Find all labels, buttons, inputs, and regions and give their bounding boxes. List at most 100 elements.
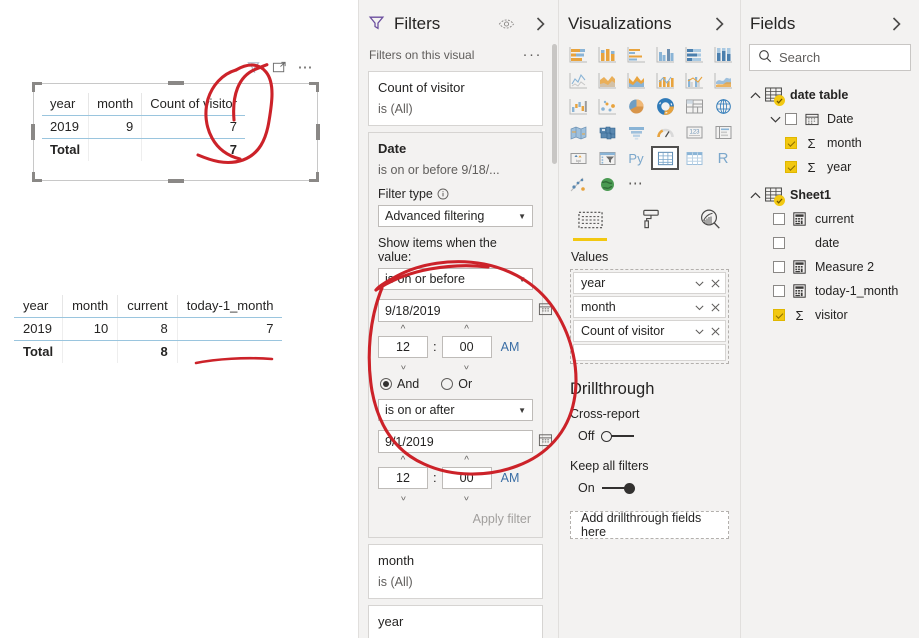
viz-icon-multi-row-card[interactable] bbox=[709, 120, 737, 144]
chevron-up-icon[interactable]: ^ bbox=[464, 324, 469, 336]
well-item-year[interactable]: year bbox=[573, 272, 726, 294]
remove-field-icon[interactable] bbox=[710, 278, 721, 289]
field-checkbox[interactable] bbox=[785, 113, 797, 125]
viz-icon-matrix[interactable] bbox=[680, 146, 708, 170]
viz-icon-waterfall-chart[interactable] bbox=[564, 94, 592, 118]
eye-icon[interactable] bbox=[498, 17, 515, 31]
filter-card-year[interactable]: year bbox=[368, 605, 543, 638]
more-options-icon[interactable]: ⋯ bbox=[298, 60, 315, 75]
radio-and[interactable]: And bbox=[380, 377, 419, 391]
resize-handle-right[interactable] bbox=[316, 124, 320, 140]
expand-chevron-icon[interactable] bbox=[534, 16, 547, 32]
viz-icon-stacked-bar-chart[interactable] bbox=[564, 42, 592, 66]
cross-report-toggle[interactable] bbox=[601, 430, 635, 443]
minute-2-value[interactable]: 00 bbox=[441, 467, 492, 489]
viz-icon-100-stacked-bar-chart[interactable] bbox=[680, 42, 708, 66]
field-checkbox[interactable] bbox=[773, 213, 785, 225]
viz-icon-more-visuals[interactable]: ⋯ bbox=[622, 172, 650, 196]
fields-pane[interactable]: Fields Search date table Date Σ month Σ … bbox=[740, 0, 919, 638]
date-1-input[interactable]: 9/18/2019 bbox=[378, 299, 533, 322]
viz-icon-r-script-visual[interactable]: R bbox=[709, 146, 737, 170]
viz-icon-python-visual[interactable]: Py bbox=[622, 146, 650, 170]
well-drop-target[interactable] bbox=[573, 344, 726, 361]
chevron-down-icon[interactable]: ^ bbox=[401, 358, 406, 370]
chevron-down-icon[interactable] bbox=[694, 302, 705, 313]
cross-report-toggle-row[interactable]: Off bbox=[559, 421, 740, 443]
radio-or[interactable]: Or bbox=[441, 377, 472, 391]
chevron-up-icon[interactable]: ^ bbox=[401, 455, 406, 467]
viz-icon-scatter-chart[interactable] bbox=[593, 94, 621, 118]
viz-icon-filled-map[interactable] bbox=[564, 120, 592, 144]
well-item-month[interactable]: month bbox=[573, 296, 726, 318]
time-2-row[interactable]: ^ 12 ^ : ^ 00 ^ AM bbox=[378, 455, 533, 501]
viz-icon-clustered-bar-chart[interactable] bbox=[622, 42, 650, 66]
column-header-year[interactable]: year bbox=[42, 93, 90, 116]
viz-icon-stacked-area-chart[interactable] bbox=[622, 68, 650, 92]
collapse-chevron-icon[interactable] bbox=[746, 191, 765, 200]
time-1-row[interactable]: ^ 12 ^ : ^ 00 ^ AM bbox=[378, 324, 533, 370]
chevron-up-icon[interactable]: ^ bbox=[464, 455, 469, 467]
visualizations-pane[interactable]: Visualizations 123 kpi Py R ⋯ Values yea… bbox=[558, 0, 740, 638]
minute-1-value[interactable]: 00 bbox=[441, 336, 492, 358]
filter-icon[interactable] bbox=[246, 60, 261, 75]
filters-pane[interactable]: Filters Filters on this visual ··· Count… bbox=[358, 0, 558, 638]
viz-icon-treemap[interactable] bbox=[680, 94, 708, 118]
column-header-today-1-month[interactable]: today-1_month bbox=[177, 295, 283, 318]
search-input[interactable]: Search bbox=[749, 44, 911, 71]
viz-icon-line-and-stacked-column-chart[interactable] bbox=[651, 68, 679, 92]
minute-1-stepper[interactable]: ^ 00 ^ bbox=[441, 324, 492, 370]
field-item-date[interactable]: Date bbox=[741, 107, 919, 131]
filters-pane-scrollbar[interactable] bbox=[552, 44, 557, 164]
hour-1-stepper[interactable]: ^ 12 ^ bbox=[378, 324, 428, 370]
remove-field-icon[interactable] bbox=[710, 326, 721, 337]
and-or-radio-group[interactable]: And Or bbox=[380, 377, 533, 391]
field-checkbox[interactable] bbox=[773, 261, 785, 273]
field-item-measure-2[interactable]: Measure 2 bbox=[741, 255, 919, 279]
viz-icon-clustered-column-chart[interactable] bbox=[651, 42, 679, 66]
field-item-visitor[interactable]: Σ visitor bbox=[741, 303, 919, 327]
remove-field-icon[interactable] bbox=[710, 302, 721, 313]
viz-icon-ribbon-chart[interactable] bbox=[709, 68, 737, 92]
filter-type-select[interactable]: Advanced filtering ▼ bbox=[378, 205, 533, 227]
viz-icon-funnel[interactable] bbox=[622, 120, 650, 144]
matrix-visual-current-today-1-month[interactable]: year month current today-1_month 2019 10… bbox=[14, 295, 283, 363]
viz-icon-donut-chart[interactable] bbox=[651, 94, 679, 118]
viz-icon-slicer[interactable] bbox=[593, 146, 621, 170]
viz-icon-100-stacked-column-chart[interactable] bbox=[709, 42, 737, 66]
field-checkbox[interactable] bbox=[773, 237, 785, 249]
viz-icon-gauge[interactable] bbox=[651, 120, 679, 144]
field-item-date-sheet1[interactable]: date bbox=[741, 231, 919, 255]
collapse-chevron-icon[interactable] bbox=[746, 91, 765, 100]
hour-2-stepper[interactable]: ^ 12 ^ bbox=[378, 455, 428, 501]
visualization-type-grid[interactable]: 123 kpi Py R ⋯ bbox=[559, 34, 740, 196]
field-item-today-1-month[interactable]: today-1_month bbox=[741, 279, 919, 303]
viz-icon-area-chart[interactable] bbox=[593, 68, 621, 92]
well-item-count-of-visitor[interactable]: Count of visitor bbox=[573, 320, 726, 342]
resize-handle-top[interactable] bbox=[167, 81, 184, 85]
column-header-current[interactable]: current bbox=[117, 295, 178, 318]
field-item-month[interactable]: Σ month bbox=[741, 131, 919, 155]
values-well[interactable]: year month Count of visitor bbox=[570, 269, 729, 364]
fields-table-date-table[interactable]: date table bbox=[741, 83, 919, 107]
chevron-down-icon[interactable] bbox=[694, 278, 705, 289]
chevron-down-icon[interactable]: ^ bbox=[401, 489, 406, 501]
resize-handle-left[interactable] bbox=[31, 124, 35, 140]
field-checkbox[interactable] bbox=[773, 309, 785, 321]
fields-tree[interactable]: date table Date Σ month Σ year Sheet1 cu… bbox=[741, 71, 919, 327]
calendar-picker-icon[interactable] bbox=[538, 432, 552, 450]
tab-format[interactable] bbox=[633, 208, 667, 241]
viz-icon-stacked-column-chart[interactable] bbox=[593, 42, 621, 66]
focus-mode-icon[interactable] bbox=[272, 60, 287, 75]
filter-card-count-of-visitor[interactable]: Count of visitor is (All) bbox=[368, 71, 543, 126]
calendar-picker-icon[interactable] bbox=[538, 301, 552, 319]
report-canvas[interactable]: ⋯ year month Count of visitor 2019 9 7 T… bbox=[0, 0, 358, 638]
column-header-year[interactable]: year bbox=[14, 295, 64, 318]
chevron-down-icon[interactable] bbox=[694, 326, 705, 337]
keep-all-filters-toggle[interactable] bbox=[601, 482, 635, 495]
field-checkbox[interactable] bbox=[773, 285, 785, 297]
tab-fields[interactable] bbox=[573, 210, 607, 241]
apply-filter-button[interactable]: Apply filter bbox=[378, 501, 533, 528]
viz-icon-arcgis-map[interactable] bbox=[564, 172, 592, 196]
section-more-icon[interactable]: ··· bbox=[523, 47, 543, 62]
drillthrough-drop-zone[interactable]: Add drillthrough fields here bbox=[570, 511, 729, 539]
